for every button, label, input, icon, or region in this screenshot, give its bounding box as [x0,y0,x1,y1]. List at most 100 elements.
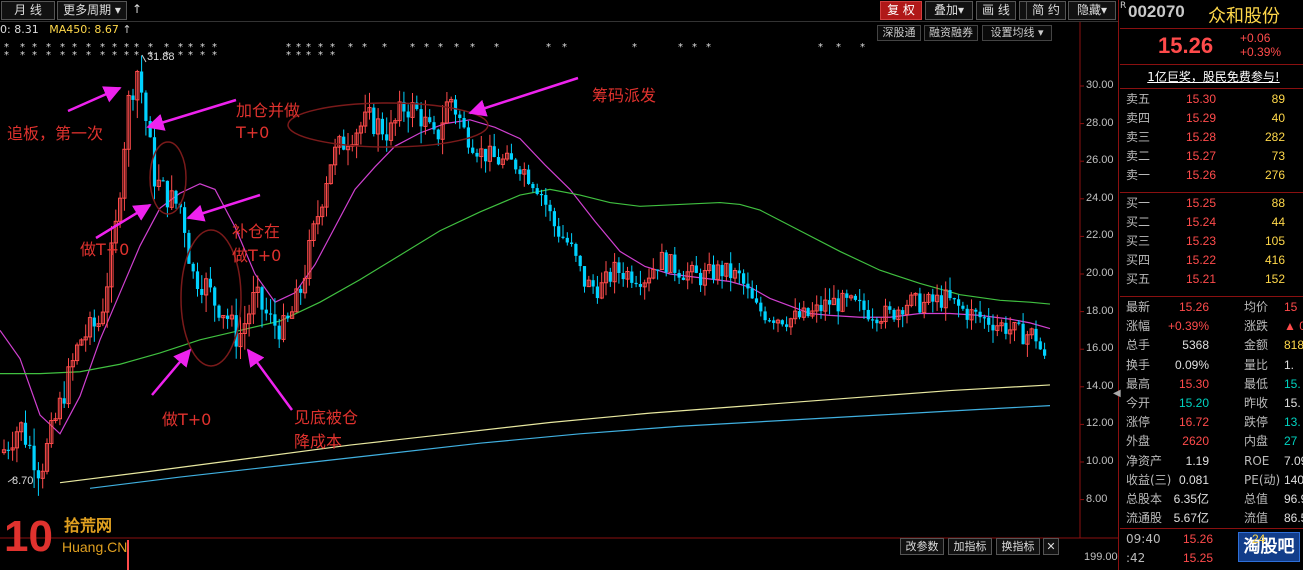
set-ma-dropdown[interactable]: 设置均线 ▾ [982,25,1052,41]
arrow-t1 [95,203,152,240]
ma-prev-value: 0: 8.31 [0,23,39,36]
candle [66,358,71,408]
bid-volume: 44 [1271,215,1285,229]
ma-yellow-line [59,384,1051,484]
event-dot: * [178,50,183,61]
candle [659,243,664,271]
candle [565,232,569,246]
up-arrow-icon[interactable]: ↑ [131,1,143,20]
candle [299,285,303,305]
event-dot: * [546,42,551,53]
promo-link[interactable]: 1亿巨奖，股民免费参与! [1124,68,1303,86]
candle [673,246,677,282]
candle [664,249,668,277]
ask-price: 15.28 [1186,130,1217,144]
candlestick-series [1,55,1047,496]
candle [195,262,200,297]
code-prefix: R [1120,1,1127,11]
bid-row[interactable]: 买四 15.22 416 [1126,251,1303,270]
bid-price: 15.23 [1186,234,1217,248]
ask-volume: 73 [1271,149,1285,163]
candle [440,104,445,155]
candle [617,257,621,284]
stat-label-2: 昨收 [1244,396,1269,410]
stat-row: 涨幅 +0.39% 涨跌 ▲ 0. [1124,317,1303,336]
event-dot: * [382,42,387,53]
draw-line-button[interactable]: 画 线 [976,1,1016,20]
stat-row: 最高 15.30 最低 15. [1124,375,1303,394]
candle [1029,327,1034,340]
ask-price: 15.27 [1186,149,1217,163]
candle [462,111,466,129]
candle [702,262,707,296]
moving-average-lines [0,119,1051,489]
y-axis-label: 18.00 [1086,304,1114,317]
candle [290,306,295,319]
stat-label-2: 涨跌 [1244,319,1269,334]
candle [217,304,221,322]
close-icon[interactable]: ✕ [1043,538,1059,555]
candle [62,381,66,409]
chevron-down-icon: ▾ [1100,3,1108,17]
add-indicator-button[interactable]: 加指标 [948,538,992,555]
ask-row[interactable]: 卖二 15.27 73 [1126,147,1303,166]
candle [909,292,914,308]
stat-label-2: ROE [1244,453,1270,468]
candle [780,319,784,327]
bid-row[interactable]: 买一 15.25 88 [1126,194,1303,213]
restore-rights-button[interactable]: 复 权 [880,1,922,20]
margin-trading-button[interactable]: 融资融券 [924,25,978,41]
y-axis-label: 16.00 [1086,342,1114,355]
candle [100,298,106,327]
candle [187,229,191,264]
brief-button[interactable]: 简 约 [1026,1,1066,20]
candle [1004,316,1008,340]
bid-row[interactable]: 买二 15.24 44 [1126,213,1303,232]
candle [819,296,823,319]
candle [828,288,832,315]
candle [831,285,836,306]
arrow-chase [67,86,122,113]
candle [397,90,402,127]
arrow-bottom [246,348,294,411]
candle [797,302,802,320]
candle [677,269,681,284]
candle [354,128,359,159]
bid-row[interactable]: 买五 15.21 152 [1126,270,1303,289]
stat-value-2: 1. [1284,357,1295,372]
ask-row[interactable]: 卖一 15.26 276 [1126,166,1303,185]
change-param-button[interactable]: 改参数 [900,538,944,555]
annotation-arrows [67,76,579,411]
stat-value-2: 13. [1284,415,1301,430]
sz-connect-button[interactable]: 深股通 [877,25,921,41]
stat-label: 涨停 [1126,415,1151,430]
candle [140,55,144,104]
event-dot: * [494,42,499,53]
y-axis-label: 14.00 [1086,379,1114,392]
hide-dropdown[interactable]: 隐藏▾ [1068,1,1116,20]
ask-row[interactable]: 卖四 15.29 40 [1126,109,1303,128]
period-monthly-button[interactable]: 月 线 [1,1,55,20]
ask-row[interactable]: 卖五 15.30 89 [1126,90,1303,109]
candle [311,220,316,247]
indicator-axis-label: 199.00 [1084,551,1118,563]
candle [539,189,544,206]
candle [871,308,875,329]
bid-row[interactable]: 买三 15.23 105 [1126,232,1303,251]
more-period-dropdown[interactable]: 更多周期 ▾ [57,1,127,20]
candle [561,225,565,240]
overlay-dropdown[interactable]: 叠加▾ [925,1,973,20]
annotation-distribution: 筹码派发 [592,86,657,105]
ask-volume: 40 [1271,111,1285,125]
kline-chart[interactable]: ****************************************… [0,22,1118,570]
ask-row[interactable]: 卖三 15.28 282 [1126,128,1303,147]
bid-volume: 152 [1264,272,1285,286]
candle [484,148,488,173]
candle [746,272,750,299]
switch-indicator-button[interactable]: 换指标 [996,538,1040,555]
candle [806,307,810,318]
bid-price: 15.22 [1186,253,1217,267]
candle [535,183,539,196]
candle [87,311,93,345]
collapse-panel-icon[interactable]: ◀ [1113,388,1121,399]
